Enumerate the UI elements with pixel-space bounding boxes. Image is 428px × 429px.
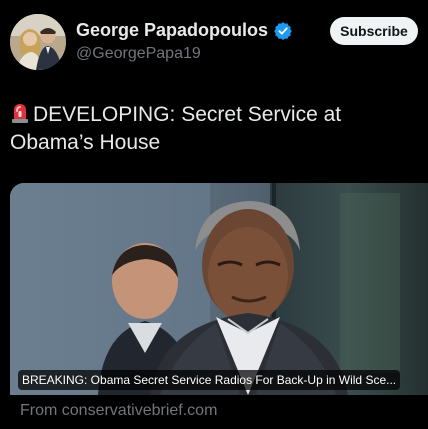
author-display-name[interactable]: George Papadopoulos <box>76 20 268 41</box>
tweet-text: DEVELOPING: Secret Service at Obama’s Ho… <box>10 101 420 157</box>
link-card-image <box>10 183 428 395</box>
author-avatar[interactable] <box>10 14 66 70</box>
subscribe-button[interactable]: Subscribe <box>330 17 418 45</box>
verified-badge-icon[interactable] <box>274 21 292 40</box>
link-card-headline: BREAKING: Obama Secret Service Radios Fo… <box>18 370 401 390</box>
link-card[interactable]: BREAKING: Obama Secret Service Radios Fo… <box>10 183 428 395</box>
author-handle[interactable]: @GeorgePapa19 <box>76 45 201 63</box>
tweet-body: DEVELOPING: Secret Service at Obama’s Ho… <box>10 103 342 154</box>
profile-photo <box>10 14 66 70</box>
link-source[interactable]: From conservativebrief.com <box>20 402 217 420</box>
author-name-row: George Papadopoulos <box>76 20 292 41</box>
police-siren-emoji-icon <box>12 104 28 123</box>
